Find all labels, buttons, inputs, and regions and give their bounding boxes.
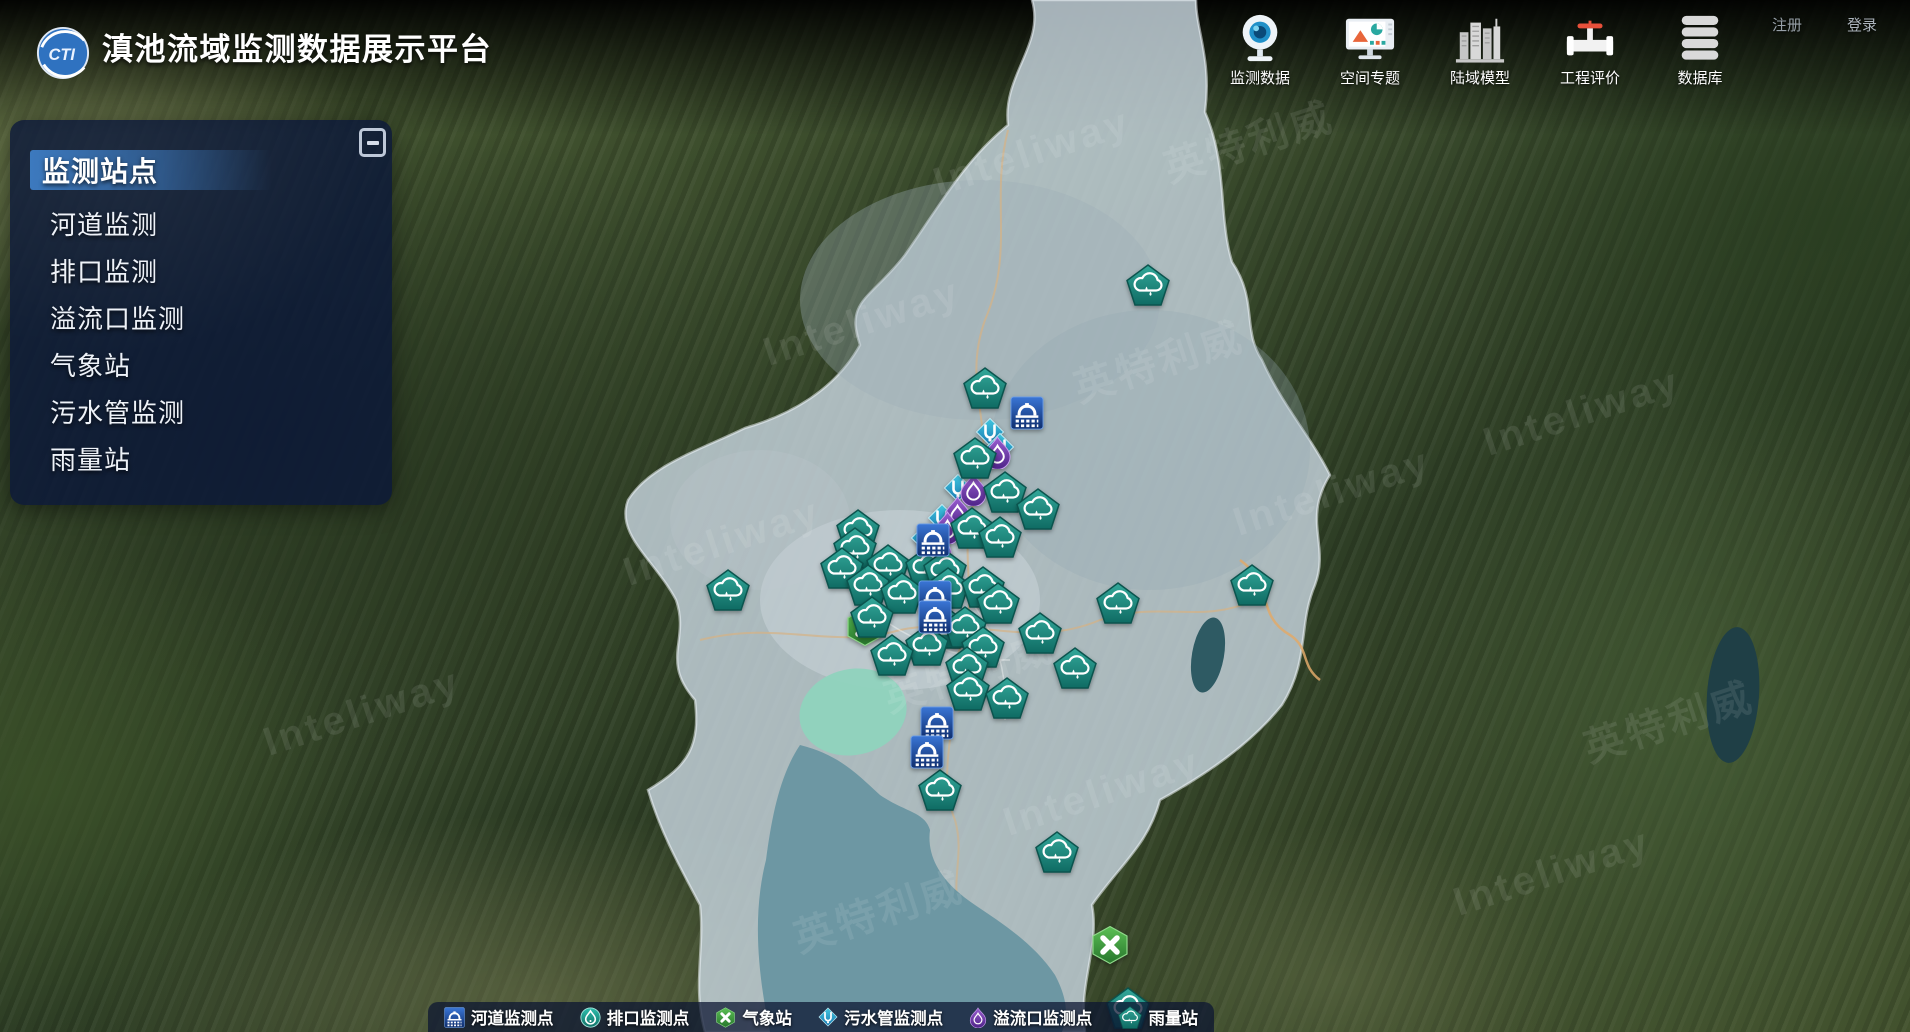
rain-marker-icon <box>1035 831 1079 873</box>
marker-rain[interactable] <box>946 669 990 711</box>
legend-rain[interactable]: 雨量站 <box>1118 1005 1198 1029</box>
legend-overflow[interactable]: 溢流口监测点 <box>969 1005 1092 1029</box>
legend-label: 气象站 <box>742 1005 792 1029</box>
legend-label: 排口监测点 <box>607 1005 690 1029</box>
legend-label: 雨量站 <box>1148 1005 1198 1029</box>
cti-logo-icon: CTI <box>36 26 90 80</box>
monitoring-stations-panel: 监测站点 河道监测排口监测溢流口监测气象站污水管监测雨量站 <box>10 120 392 505</box>
legend-river[interactable]: 河道监测点 <box>444 1005 554 1029</box>
river-marker-icon <box>918 600 952 634</box>
marker-rain[interactable] <box>850 596 894 638</box>
nav-label: 监测数据 <box>1230 67 1290 88</box>
rain-marker-icon <box>985 677 1029 719</box>
minus-square-icon <box>367 141 379 145</box>
panel-item-0[interactable]: 河道监测 <box>50 202 392 249</box>
legend-outfall[interactable]: 排口监测点 <box>580 1005 690 1029</box>
river-legend-icon <box>444 1007 465 1028</box>
page-title: 滇池流域监测数据展示平台 <box>102 24 492 69</box>
overflow-legend-icon <box>969 1007 987 1028</box>
buildings-icon <box>1454 10 1506 66</box>
rain-marker-icon <box>850 596 894 638</box>
panel-item-list: 河道监测排口监测溢流口监测气象站污水管监测雨量站 <box>10 202 392 484</box>
rain-marker-icon <box>946 669 990 711</box>
river-marker-icon <box>910 735 944 769</box>
marker-rain[interactable] <box>985 677 1029 719</box>
marker-rain[interactable] <box>706 569 750 611</box>
rain-marker-icon <box>870 634 914 676</box>
marker-river[interactable] <box>1010 396 1044 430</box>
nav-label: 陆域模型 <box>1450 67 1510 88</box>
marker-rain[interactable] <box>870 634 914 676</box>
legend-sewage[interactable]: 污水管监测点 <box>818 1005 943 1029</box>
rain-marker-icon <box>1096 582 1140 624</box>
nav-spatial-themes[interactable]: 空间专题 <box>1328 10 1412 88</box>
valve-icon <box>1564 10 1616 66</box>
rain-marker-icon <box>1230 564 1274 606</box>
nav-land-model[interactable]: 陆域模型 <box>1438 10 1522 88</box>
rain-marker-icon <box>978 516 1022 558</box>
weather-marker-icon <box>1090 925 1130 965</box>
marker-weather[interactable] <box>1090 925 1130 965</box>
legend-label: 污水管监测点 <box>844 1005 943 1029</box>
nav-database[interactable]: 数据库 <box>1658 10 1742 88</box>
marker-river[interactable] <box>918 600 952 634</box>
marker-river[interactable] <box>916 523 950 557</box>
logo-text: CTI <box>49 46 76 64</box>
legend-label: 河道监测点 <box>471 1005 554 1029</box>
nav-label: 工程评价 <box>1560 67 1620 88</box>
rain-marker-icon <box>1016 488 1060 530</box>
nav-monitoring-data[interactable]: 监测数据 <box>1218 10 1302 88</box>
marker-rain[interactable] <box>1096 582 1140 624</box>
rain-marker-icon <box>963 367 1007 409</box>
outfall-legend-icon <box>580 1007 601 1028</box>
marker-rain[interactable] <box>963 367 1007 409</box>
marker-rain[interactable] <box>1035 831 1079 873</box>
marker-rain[interactable] <box>978 516 1022 558</box>
river-marker-icon <box>916 523 950 557</box>
panel-item-2[interactable]: 溢流口监测 <box>50 296 392 343</box>
map-canvas[interactable]: Inteliway英特利威Inteliway英特利威InteliwayIntel… <box>0 0 1910 1032</box>
marker-rain[interactable] <box>1016 488 1060 530</box>
panel-item-4[interactable]: 污水管监测 <box>50 390 392 437</box>
weather-legend-icon <box>715 1007 736 1028</box>
login-link[interactable]: 登录 <box>1847 14 1877 35</box>
marker-rain[interactable] <box>1126 264 1170 306</box>
rain-marker-icon <box>918 769 962 811</box>
panel-header: 监测站点 <box>30 150 272 190</box>
database-icon <box>1674 10 1726 66</box>
nav-label: 空间专题 <box>1340 67 1400 88</box>
marker-river[interactable] <box>910 735 944 769</box>
marker-rain[interactable] <box>918 769 962 811</box>
panel-item-3[interactable]: 气象站 <box>50 343 392 390</box>
top-bar: CTI 滇池流域监测数据展示平台 监测数据空间专题陆域模型工程评价数据库 注册 … <box>0 0 1910 110</box>
marker-rain[interactable] <box>1230 564 1274 606</box>
sewage-legend-icon <box>818 1007 838 1027</box>
rain-marker-icon <box>1053 647 1097 689</box>
rain-legend-icon <box>1118 1006 1142 1029</box>
main-nav: 监测数据 空间专题 陆域模型 工程评价 数据库 <box>1218 4 1742 88</box>
river-marker-icon <box>1010 396 1044 430</box>
panel-item-5[interactable]: 雨量站 <box>50 437 392 484</box>
webcam-icon <box>1234 10 1286 66</box>
rain-marker-icon <box>1126 264 1170 306</box>
panel-minimize-button[interactable] <box>359 128 386 157</box>
nav-label: 数据库 <box>1677 67 1722 88</box>
panel-item-1[interactable]: 排口监测 <box>50 249 392 296</box>
marker-rain[interactable] <box>1053 647 1097 689</box>
rain-marker-icon <box>706 569 750 611</box>
monitor-chart-icon <box>1344 10 1396 66</box>
map-legend: 河道监测点 排口监测点 气象站 污水管监测点 溢流口监测点 雨量站 <box>428 1002 1214 1032</box>
register-link[interactable]: 注册 <box>1772 14 1802 35</box>
nav-project-evaluation[interactable]: 工程评价 <box>1548 10 1632 88</box>
legend-weather[interactable]: 气象站 <box>715 1005 792 1029</box>
panel-title: 监测站点 <box>30 150 158 190</box>
legend-label: 溢流口监测点 <box>993 1005 1092 1029</box>
